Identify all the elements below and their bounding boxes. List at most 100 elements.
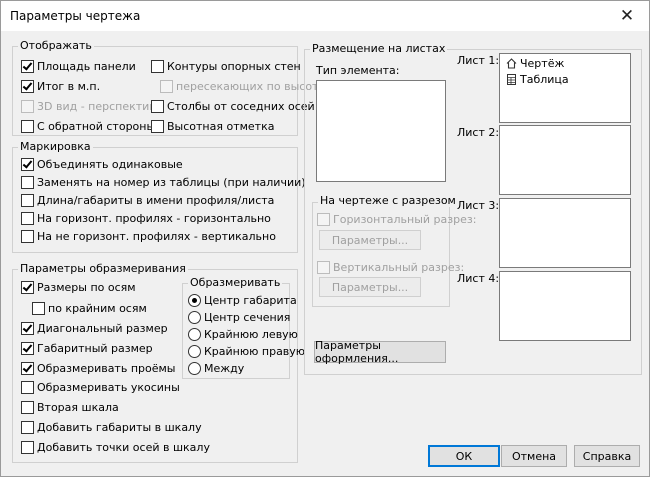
checkbox-label: Высотная отметка xyxy=(167,120,275,133)
checkbox-label: Образмеривать проёмы xyxy=(37,362,176,375)
checkbox-box xyxy=(151,100,164,113)
display-checkbox-5[interactable]: 3D вид - перспектива xyxy=(21,100,163,113)
help-button[interactable]: Справка xyxy=(574,445,640,467)
checkbox-label: по крайним осям xyxy=(48,302,147,315)
dimension-by-radio-3[interactable]: Крайнюю левую xyxy=(188,328,298,341)
sheet-item[interactable]: Таблица xyxy=(506,73,569,86)
dimensioning-checkbox-2[interactable]: по крайним осям xyxy=(32,302,147,315)
radio-label: Крайнюю правую xyxy=(204,345,306,358)
element-type-list[interactable] xyxy=(316,80,446,182)
sheet-item-label: Таблица xyxy=(520,73,569,86)
radio-circle xyxy=(188,345,201,358)
format-params-button[interactable]: Параметры оформления... xyxy=(314,339,446,365)
radio-label: Центр габарита xyxy=(204,294,297,307)
checkbox-label: Добавить точки осей в шкалу xyxy=(37,441,210,454)
dimensioning-checkbox-4[interactable]: Габаритный размер xyxy=(21,342,153,355)
checkbox-label: Итог в м.п. xyxy=(37,80,101,93)
checkbox-box xyxy=(21,421,34,434)
dimension-by-radio-5[interactable]: Между xyxy=(188,362,244,375)
display-checkbox-1[interactable]: Площадь панели xyxy=(21,60,136,73)
dimensioning-checkbox-6[interactable]: Образмеривать укосины xyxy=(21,381,180,394)
dimensioning-checkbox-8[interactable]: Добавить габариты в шкалу xyxy=(21,421,202,434)
checkbox-box xyxy=(21,230,34,243)
display-checkbox-3[interactable]: Итог в м.п. xyxy=(21,80,100,93)
placement-legend: Размещение на листах xyxy=(310,42,448,55)
checkbox-box xyxy=(21,158,34,171)
dimensioning-checkbox-7[interactable]: Вторая шкала xyxy=(21,401,119,414)
marking-checkbox-5[interactable]: На не горизонт. профилях - вертикально xyxy=(21,230,276,243)
sheet-label-1: Лист 1: xyxy=(457,54,500,67)
radio-label: Центр сечения xyxy=(204,311,291,324)
display-checkbox-8[interactable]: Высотная отметка xyxy=(151,120,274,133)
checkbox-box xyxy=(21,120,34,133)
horizontal-params-button[interactable]: Параметры... xyxy=(319,230,421,250)
sheet-list-2[interactable] xyxy=(499,125,631,195)
checkbox-label: Объединять одинаковые xyxy=(37,158,183,171)
display-checkbox-2[interactable]: Контуры опорных стен xyxy=(151,60,301,73)
sheet-list-3[interactable] xyxy=(499,198,631,268)
sheet-label-4: Лист 4: xyxy=(457,272,500,285)
close-button[interactable]: ✕ xyxy=(605,1,649,31)
dialog-window: Параметры чертежа ✕ Отображать Площадь п… xyxy=(0,0,650,477)
section-legend: На чертеже с разрезом xyxy=(318,194,458,207)
vertical-params-button[interactable]: Параметры... xyxy=(319,277,421,297)
radio-circle xyxy=(188,362,201,375)
display-checkbox-7[interactable]: С обратной стороны xyxy=(21,120,155,133)
dimension-by-radio-2[interactable]: Центр сечения xyxy=(188,311,290,324)
checkbox-label: С обратной стороны xyxy=(37,120,156,133)
home-icon xyxy=(506,58,520,69)
marking-checkbox-4[interactable]: На горизонт. профилях - горизонтально xyxy=(21,212,271,225)
dimensioning-checkbox-5[interactable]: Образмеривать проёмы xyxy=(21,362,175,375)
dimensioning-checkbox-1[interactable]: Размеры по осям xyxy=(21,281,136,294)
marking-checkbox-3[interactable]: Длина/габариты в имени профиля/листа xyxy=(21,194,274,207)
radio-label: Крайнюю левую xyxy=(204,328,298,341)
checkbox-label: Размеры по осям xyxy=(37,281,136,294)
radio-circle xyxy=(188,294,201,307)
dimensioning-checkbox-3[interactable]: Диагональный размер xyxy=(21,322,168,335)
horizontal-section-checkbox[interactable]: Горизонтальный разрез: xyxy=(317,213,476,226)
checkbox-label: На горизонт. профилях - горизонтально xyxy=(37,212,271,225)
display-legend: Отображать xyxy=(18,39,94,52)
dimensioning-legend: Параметры образмеривания xyxy=(18,262,188,275)
checkbox-label: Длина/габариты в имени профиля/листа xyxy=(37,194,275,207)
checkbox-label: Площадь панели xyxy=(37,60,136,73)
checkbox-box xyxy=(151,60,164,73)
checkbox-label: Габаритный размер xyxy=(37,342,153,355)
sheet-list-4[interactable] xyxy=(499,271,631,341)
checkbox-box xyxy=(21,362,34,375)
marking-checkbox-2[interactable]: Заменять на номер из таблицы (при наличи… xyxy=(21,176,306,189)
close-icon: ✕ xyxy=(619,6,635,26)
checkbox-box xyxy=(21,342,34,355)
sheet-label-2: Лист 2: xyxy=(457,126,500,139)
checkbox-box xyxy=(21,176,34,189)
sheet-item[interactable]: Чертёж xyxy=(506,57,564,70)
checkbox-label: Образмеривать укосины xyxy=(37,381,180,394)
dimensioning-checkbox-9[interactable]: Добавить точки осей в шкалу xyxy=(21,441,210,454)
dimension-by-radio-4[interactable]: Крайнюю правую xyxy=(188,345,305,358)
marking-checkbox-1[interactable]: Объединять одинаковые xyxy=(21,158,183,171)
checkbox-box xyxy=(21,322,34,335)
checkbox-label: 3D вид - перспектива xyxy=(37,100,163,113)
cancel-button[interactable]: Отмена xyxy=(501,445,567,467)
title-bar: Параметры чертежа ✕ xyxy=(1,1,649,31)
checkbox-box xyxy=(21,381,34,394)
checkbox-box xyxy=(21,281,34,294)
vertical-section-checkbox[interactable]: Вертикальный разрез: xyxy=(317,261,464,274)
checkbox-box xyxy=(160,80,173,93)
radio-circle xyxy=(188,311,201,324)
checkbox-box xyxy=(21,212,34,225)
dimension-by-radio-1[interactable]: Центр габарита xyxy=(188,294,297,307)
table-icon xyxy=(506,74,520,85)
checkbox-label: Заменять на номер из таблицы (при наличи… xyxy=(37,176,306,189)
checkbox-label: Добавить габариты в шкалу xyxy=(37,421,202,434)
radio-label: Между xyxy=(204,362,245,375)
display-checkbox-4[interactable]: пересекающих по высоте xyxy=(160,80,325,93)
checkbox-label: Контуры опорных стен xyxy=(167,60,301,73)
checkbox-label: пересекающих по высоте xyxy=(176,80,326,93)
checkbox-box xyxy=(21,100,34,113)
checkbox-label: Вторая шкала xyxy=(37,401,119,414)
display-checkbox-6[interactable]: Столбы от соседних осей xyxy=(151,100,315,113)
dimension-by-legend: Образмеривать xyxy=(188,276,283,289)
ok-button[interactable]: ОК xyxy=(428,445,500,467)
checkbox-box xyxy=(21,194,34,207)
